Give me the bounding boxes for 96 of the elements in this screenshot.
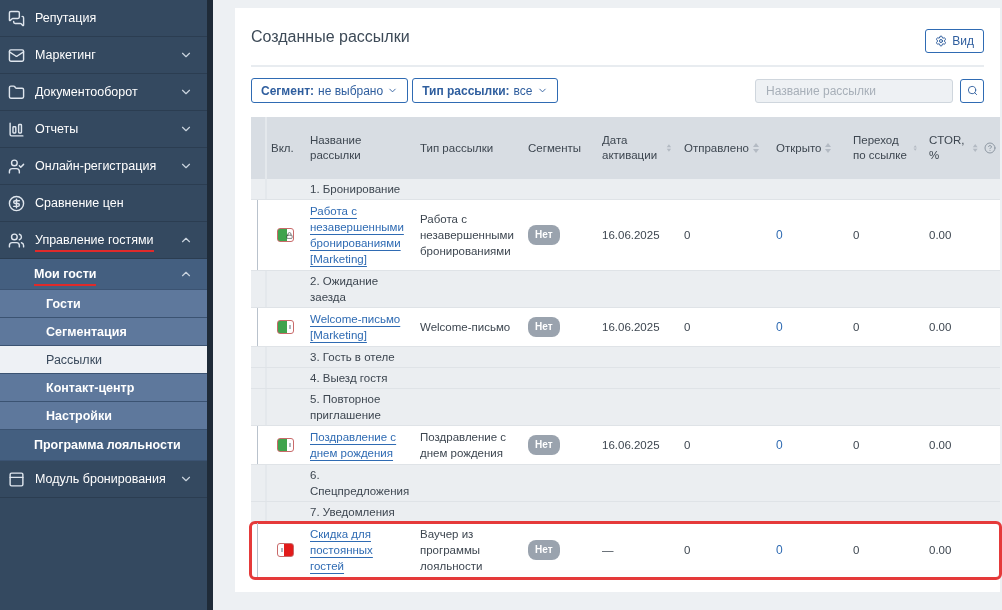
column-header: Тип рассылки — [420, 140, 494, 156]
view-button[interactable]: Вид — [925, 29, 984, 53]
card-icon — [8, 470, 25, 488]
table-cell-text: — — [601, 543, 615, 558]
sort-icon[interactable] — [824, 142, 833, 154]
table-cell-text: 0 — [683, 320, 692, 335]
gear-icon — [935, 35, 948, 47]
sort-icon[interactable] — [666, 142, 672, 154]
search-icon — [966, 85, 978, 96]
sidebar-item[interactable]: Контакт-центр — [0, 374, 208, 402]
sidebar-item-label: Мои гости — [34, 267, 97, 286]
page-title: Созданные рассылки — [251, 28, 410, 46]
opened-count-link[interactable]: 0 — [776, 228, 783, 242]
table-cell-text: 0 — [852, 438, 861, 453]
coin-icon — [8, 194, 25, 212]
sidebar-item-label: Маркетинг — [35, 48, 96, 64]
sidebar-item-label: Репутация — [35, 11, 97, 27]
chat-icon — [8, 9, 25, 27]
table-cell-text: 0 — [852, 320, 861, 335]
segment-badge: Нет — [528, 317, 560, 337]
column-header: CTOR, % — [929, 133, 966, 163]
table-cell-text: 0 — [683, 543, 692, 558]
search-button[interactable] — [960, 78, 984, 103]
table-cell-text: 0 — [683, 228, 692, 243]
envelope-icon — [8, 46, 25, 64]
table-cell-text: Ваучер из программы лояльности — [419, 527, 484, 574]
sidebar-item[interactable]: Гости — [0, 290, 208, 318]
mailing-name-link[interactable]: Скидка для постоянных гостей — [310, 526, 408, 574]
sidebar-item[interactable]: Сегментация — [0, 318, 208, 346]
sidebar-item-label: Онлайн-регистрация — [35, 159, 157, 175]
table-cell-text: 0 — [852, 543, 861, 558]
column-header: Название рассылки — [310, 133, 363, 163]
group-label: 1. Бронирование — [309, 182, 402, 197]
table-cell-text: Работа с незавершенными бронированиями — [419, 212, 515, 259]
table-cell-text: 0.00 — [928, 228, 953, 243]
folder-icon — [8, 83, 25, 101]
table-cell-text: Welcome-письмо — [419, 320, 512, 335]
search-field[interactable]: Название рассылки — [755, 78, 953, 103]
group-label: 2. Ожидание заезда — [309, 274, 380, 305]
sidebar-item-label: Сегментация — [46, 324, 127, 341]
toggle-switch[interactable] — [277, 438, 294, 452]
opened-count-link[interactable]: 0 — [776, 320, 783, 334]
column-header: Дата активации — [602, 133, 659, 163]
sidebar-item-label: Программа лояльности — [34, 438, 181, 454]
toggle-switch[interactable] — [277, 320, 294, 334]
table-cell-text: 16.06.2025 — [601, 438, 661, 453]
group-label: 7. Уведомления — [309, 505, 396, 520]
table-cell-text: 0.00 — [928, 320, 953, 335]
users-icon — [8, 231, 25, 249]
group-label: 6. Спецпредложения — [309, 468, 411, 499]
lock-icon — [286, 231, 293, 239]
bar-chart-icon — [8, 120, 25, 138]
user-check-icon — [8, 157, 25, 175]
mailing-name-link[interactable]: Welcome-письмо [Marketing] — [310, 311, 408, 343]
group-label: 4. Выезд гостя — [309, 371, 389, 386]
mailing-name-link[interactable]: Поздравление с днем рождения — [310, 429, 408, 461]
toggle-switch[interactable] — [277, 543, 294, 557]
sidebar-item-label: Отчеты — [35, 122, 79, 138]
sidebar-item-label: Сравнение цен — [35, 196, 124, 212]
sidebar-item-label: Управление гостями — [35, 233, 154, 252]
sidebar-item[interactable]: Рассылки — [0, 346, 208, 374]
sort-icon[interactable] — [751, 142, 760, 154]
sidebar-item-label: Рассылки — [46, 352, 103, 369]
column-header: Переход по ссылке — [853, 133, 908, 163]
sidebar-item[interactable]: Настройки — [0, 402, 208, 430]
help-icon[interactable] — [984, 142, 996, 154]
group-label: 5. Повторное приглашение — [309, 392, 382, 423]
segment-badge: Нет — [528, 225, 560, 245]
sidebar-item-label: Модуль бронирования — [35, 472, 166, 488]
table-cell-text: Поздравление с днем рождения — [419, 430, 508, 461]
column-header: Сегменты — [528, 140, 582, 156]
filter-dropdown[interactable]: Тип рассылки: все — [412, 78, 558, 103]
sidebar-item-label: Контакт-центр — [46, 380, 135, 397]
segment-badge: Нет — [528, 435, 560, 455]
column-header: Вкл. — [271, 140, 294, 156]
table-cell-text: 16.06.2025 — [601, 228, 661, 243]
mailing-name-link[interactable]: Работа с незавершенными бронированиями [Marketing] — [310, 203, 408, 267]
sidebar-item-label: Настройки — [46, 408, 112, 425]
column-header: Открыто — [776, 140, 822, 156]
segment-badge: Нет — [528, 540, 560, 560]
group-label: 3. Гость в отеле — [309, 350, 396, 365]
opened-count-link[interactable]: 0 — [776, 543, 783, 557]
toggle-switch[interactable] — [277, 228, 294, 242]
sidebar-item[interactable]: Программа лояльности — [0, 430, 208, 461]
sidebar-item[interactable]: Мои гости — [0, 259, 208, 290]
table-cell-text: 16.06.2025 — [601, 320, 661, 335]
sort-icon[interactable] — [971, 142, 978, 154]
sidebar-item-label: Гости — [46, 296, 81, 313]
column-header: Отправлено — [684, 140, 749, 156]
table-cell-text: 0 — [683, 438, 692, 453]
table-cell-text: 0 — [852, 228, 861, 243]
table-cell-text: 0.00 — [928, 438, 953, 453]
opened-count-link[interactable]: 0 — [776, 438, 783, 452]
sidebar-item-label: Документооборот — [35, 85, 138, 101]
table-cell-text: 0.00 — [928, 543, 953, 558]
filter-dropdown[interactable]: Сегмент: не выбрано — [251, 78, 409, 103]
